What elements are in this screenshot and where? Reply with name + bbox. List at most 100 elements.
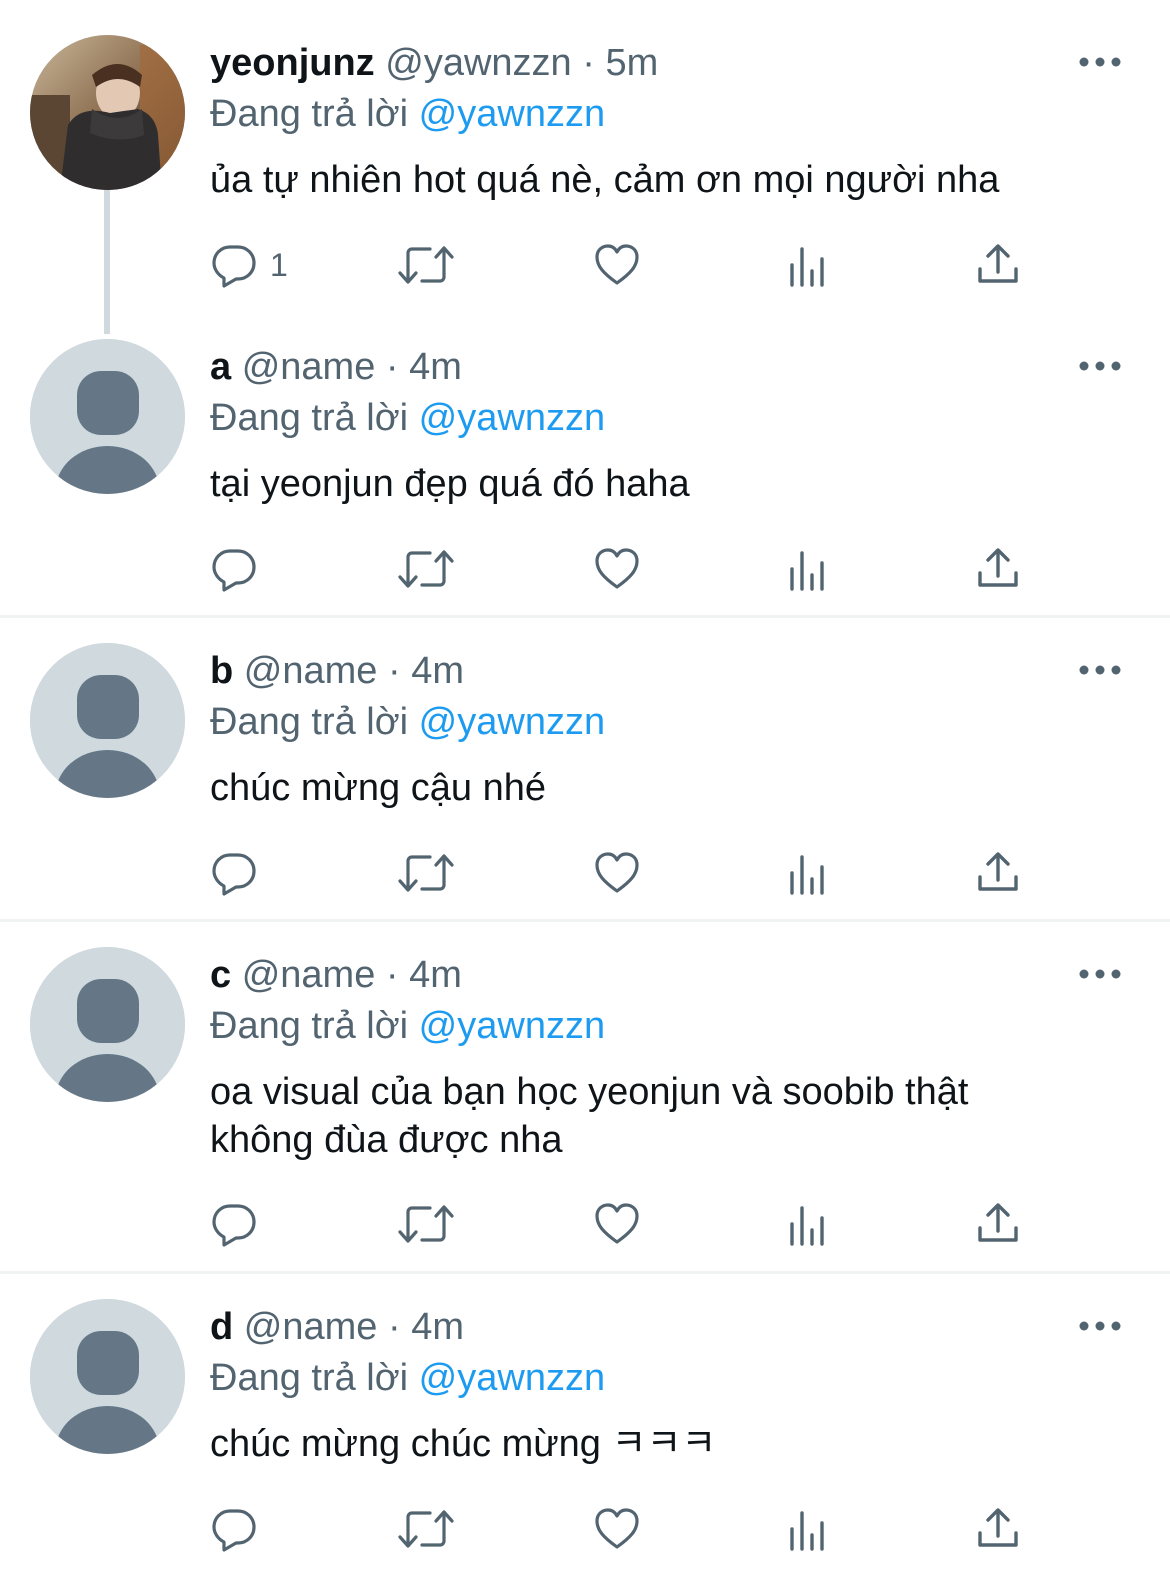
share-icon <box>974 849 1022 897</box>
share-icon <box>974 1505 1022 1553</box>
more-options-icon[interactable] <box>1076 52 1124 72</box>
replying-to-label: Đang trả lời <box>210 93 409 135</box>
views-icon <box>784 851 832 899</box>
handle[interactable]: @name <box>244 650 378 692</box>
views-button[interactable] <box>784 242 832 292</box>
tweet-text: oa visual của bạn học yeonjun và soobib … <box>210 1071 969 1161</box>
separator: · <box>385 954 399 996</box>
tweet-text: tại yeonjun đẹp quá đó haha <box>210 463 690 505</box>
like-icon <box>593 849 641 897</box>
avatar[interactable] <box>30 339 185 494</box>
default-avatar-icon <box>30 947 185 1102</box>
tweet-header: b @name · 4m <box>210 648 464 694</box>
reply-button[interactable] <box>210 1504 258 1554</box>
share-button[interactable] <box>974 544 1022 594</box>
tweet[interactable]: b @name · 4m Đang trả lời @yawnzzn chúc … <box>0 618 1170 918</box>
reply-button[interactable]: 1 <box>210 240 288 290</box>
share-button[interactable] <box>974 240 1022 290</box>
like-button[interactable] <box>593 1199 641 1249</box>
like-button[interactable] <box>593 848 641 898</box>
replying-to-mention[interactable]: @yawnzzn <box>419 93 605 135</box>
views-icon <box>784 1507 832 1555</box>
display-name[interactable]: b <box>210 650 233 692</box>
retweet-button[interactable] <box>396 1504 456 1554</box>
views-button[interactable] <box>784 546 832 596</box>
timestamp[interactable]: 5m <box>605 42 658 84</box>
separator: · <box>582 42 595 84</box>
tweet-text: chúc mừng cậu nhé <box>210 767 546 809</box>
avatar-photo <box>30 35 185 190</box>
views-icon <box>784 243 832 291</box>
share-button[interactable] <box>974 1199 1022 1249</box>
retweet-icon <box>396 1200 456 1248</box>
avatar[interactable] <box>30 947 185 1102</box>
display-name[interactable]: c <box>210 954 231 996</box>
replying-to-mention[interactable]: @yawnzzn <box>419 1357 605 1399</box>
replying-to-label: Đang trả lời <box>210 397 409 439</box>
views-button[interactable] <box>784 850 832 900</box>
timestamp[interactable]: 4m <box>409 954 462 996</box>
handle[interactable]: @name <box>242 954 376 996</box>
timestamp[interactable]: 4m <box>409 346 462 388</box>
replying-to-mention[interactable]: @yawnzzn <box>419 701 605 743</box>
tweet[interactable]: d @name · 4m Đang trả lời @yawnzzn chúc … <box>0 1274 1170 1578</box>
display-name[interactable]: yeonjunz <box>210 42 375 84</box>
avatar[interactable] <box>30 643 185 798</box>
like-button[interactable] <box>593 240 641 290</box>
replying-to-mention[interactable]: @yawnzzn <box>419 1005 605 1047</box>
views-button[interactable] <box>784 1506 832 1556</box>
separator: · <box>387 650 401 692</box>
reply-button[interactable] <box>210 1199 258 1249</box>
separator: · <box>385 346 399 388</box>
reply-count: 1 <box>270 246 288 283</box>
replying-to-mention[interactable]: @yawnzzn <box>419 397 605 439</box>
tweet-header: yeonjunz @yawnzzn · 5m <box>210 40 658 86</box>
timestamp[interactable]: 4m <box>411 650 464 692</box>
more-options-icon[interactable] <box>1076 660 1124 680</box>
share-button[interactable] <box>974 848 1022 898</box>
reply-icon <box>210 1200 258 1248</box>
tweet[interactable]: yeonjunz @yawnzzn · 5m Đang trả lời @yaw… <box>0 0 1170 310</box>
share-icon <box>974 1200 1022 1248</box>
like-button[interactable] <box>593 1504 641 1554</box>
reply-button[interactable] <box>210 848 258 898</box>
avatar[interactable] <box>30 1299 185 1454</box>
retweet-button[interactable] <box>396 848 456 898</box>
avatar[interactable] <box>30 35 185 190</box>
default-avatar-icon <box>30 1299 185 1454</box>
display-name[interactable]: a <box>210 346 231 388</box>
retweet-icon <box>396 1505 456 1553</box>
retweet-button[interactable] <box>396 544 456 594</box>
handle[interactable]: @name <box>244 1306 378 1348</box>
reply-button[interactable] <box>210 544 258 594</box>
replying-to-line: Đang trả lời @yawnzzn <box>210 1003 605 1049</box>
replying-to-label: Đang trả lời <box>210 701 409 743</box>
replying-to-label: Đang trả lời <box>210 1357 409 1399</box>
default-avatar-icon <box>30 339 185 494</box>
more-options-icon[interactable] <box>1076 964 1124 984</box>
tweet-header: a @name · 4m <box>210 344 462 390</box>
reply-icon <box>210 849 258 897</box>
tweet[interactable]: c @name · 4m Đang trả lời @yawnzzn oa vi… <box>0 922 1170 1270</box>
handle[interactable]: @yawnzzn <box>385 42 571 84</box>
like-button[interactable] <box>593 544 641 594</box>
like-icon <box>593 241 641 289</box>
retweet-icon <box>396 545 456 593</box>
replying-to-line: Đang trả lời @yawnzzn <box>210 699 605 745</box>
tweet-text: chúc mừng chúc mừng ㅋㅋㅋ <box>210 1423 717 1465</box>
replying-to-line: Đang trả lời @yawnzzn <box>210 395 605 441</box>
display-name[interactable]: d <box>210 1306 233 1348</box>
retweet-button[interactable] <box>396 1199 456 1249</box>
handle[interactable]: @name <box>242 346 376 388</box>
retweet-button[interactable] <box>396 240 456 290</box>
timestamp[interactable]: 4m <box>411 1306 464 1348</box>
more-options-icon[interactable] <box>1076 1316 1124 1336</box>
like-icon <box>593 1200 641 1248</box>
reply-icon <box>210 241 258 289</box>
views-button[interactable] <box>784 1201 832 1251</box>
tweet-header: c @name · 4m <box>210 952 462 998</box>
tweet[interactable]: a @name · 4m Đang trả lời @yawnzzn tại y… <box>0 310 1170 615</box>
share-icon <box>974 545 1022 593</box>
more-options-icon[interactable] <box>1076 356 1124 376</box>
share-button[interactable] <box>974 1504 1022 1554</box>
